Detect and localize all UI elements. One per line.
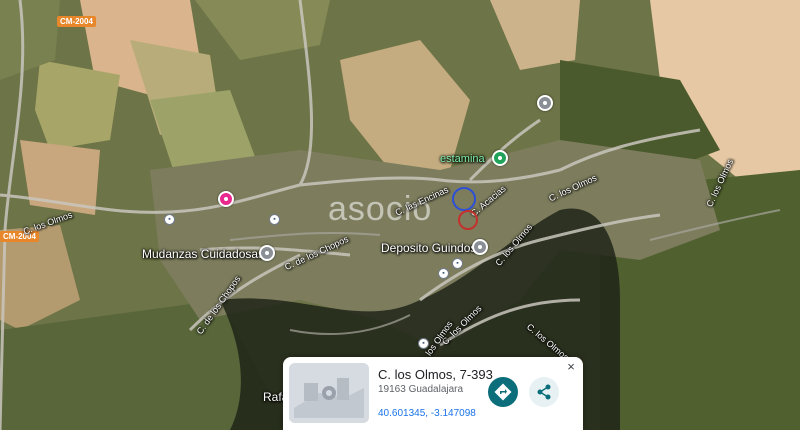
location-marker-icon	[458, 210, 478, 230]
place-label-mudanzas[interactable]: Mudanzas Cuidadosas	[142, 247, 264, 261]
place-pin-icon[interactable]	[537, 95, 553, 111]
place-label-deposito[interactable]: Deposito Guindos	[381, 241, 476, 255]
close-button[interactable]: ×	[564, 360, 578, 374]
mudanzas-pin-icon[interactable]	[259, 245, 275, 261]
bus-stop-icon[interactable]: ▪	[418, 338, 429, 349]
directions-button[interactable]	[488, 377, 518, 407]
bus-stop-icon[interactable]: ▪	[269, 214, 280, 225]
deposito-pin-icon[interactable]	[472, 239, 488, 255]
estamina-pin-icon[interactable]	[492, 150, 508, 166]
map-view[interactable]: CM-2004 CM-2004 asocio C. los Olmos C. l…	[0, 0, 800, 430]
coordinates-text[interactable]: 40.601345, -3.147098	[378, 408, 476, 419]
directions-icon	[494, 383, 512, 401]
share-icon	[537, 384, 551, 400]
bus-stop-icon[interactable]: ▪	[452, 258, 463, 269]
place-label-estamina[interactable]: estamina	[440, 153, 485, 165]
watermark-text: asocio	[328, 190, 433, 228]
bus-stop-icon[interactable]: ▪	[164, 214, 175, 225]
street-view-icon	[289, 363, 369, 423]
share-button[interactable]	[529, 377, 559, 407]
address-city: 19163 Guadalajara	[378, 384, 464, 395]
location-info-card: C. los Olmos, 7-393 19163 Guadalajara 40…	[283, 357, 583, 430]
street-view-thumbnail[interactable]	[289, 363, 369, 423]
hotel-pin-icon[interactable]	[218, 191, 234, 207]
road-shield-cm2004: CM-2004	[57, 16, 96, 27]
bus-stop-icon[interactable]: ▪	[438, 268, 449, 279]
selection-marker-icon	[452, 187, 476, 211]
address-title: C. los Olmos, 7-393	[378, 367, 493, 382]
